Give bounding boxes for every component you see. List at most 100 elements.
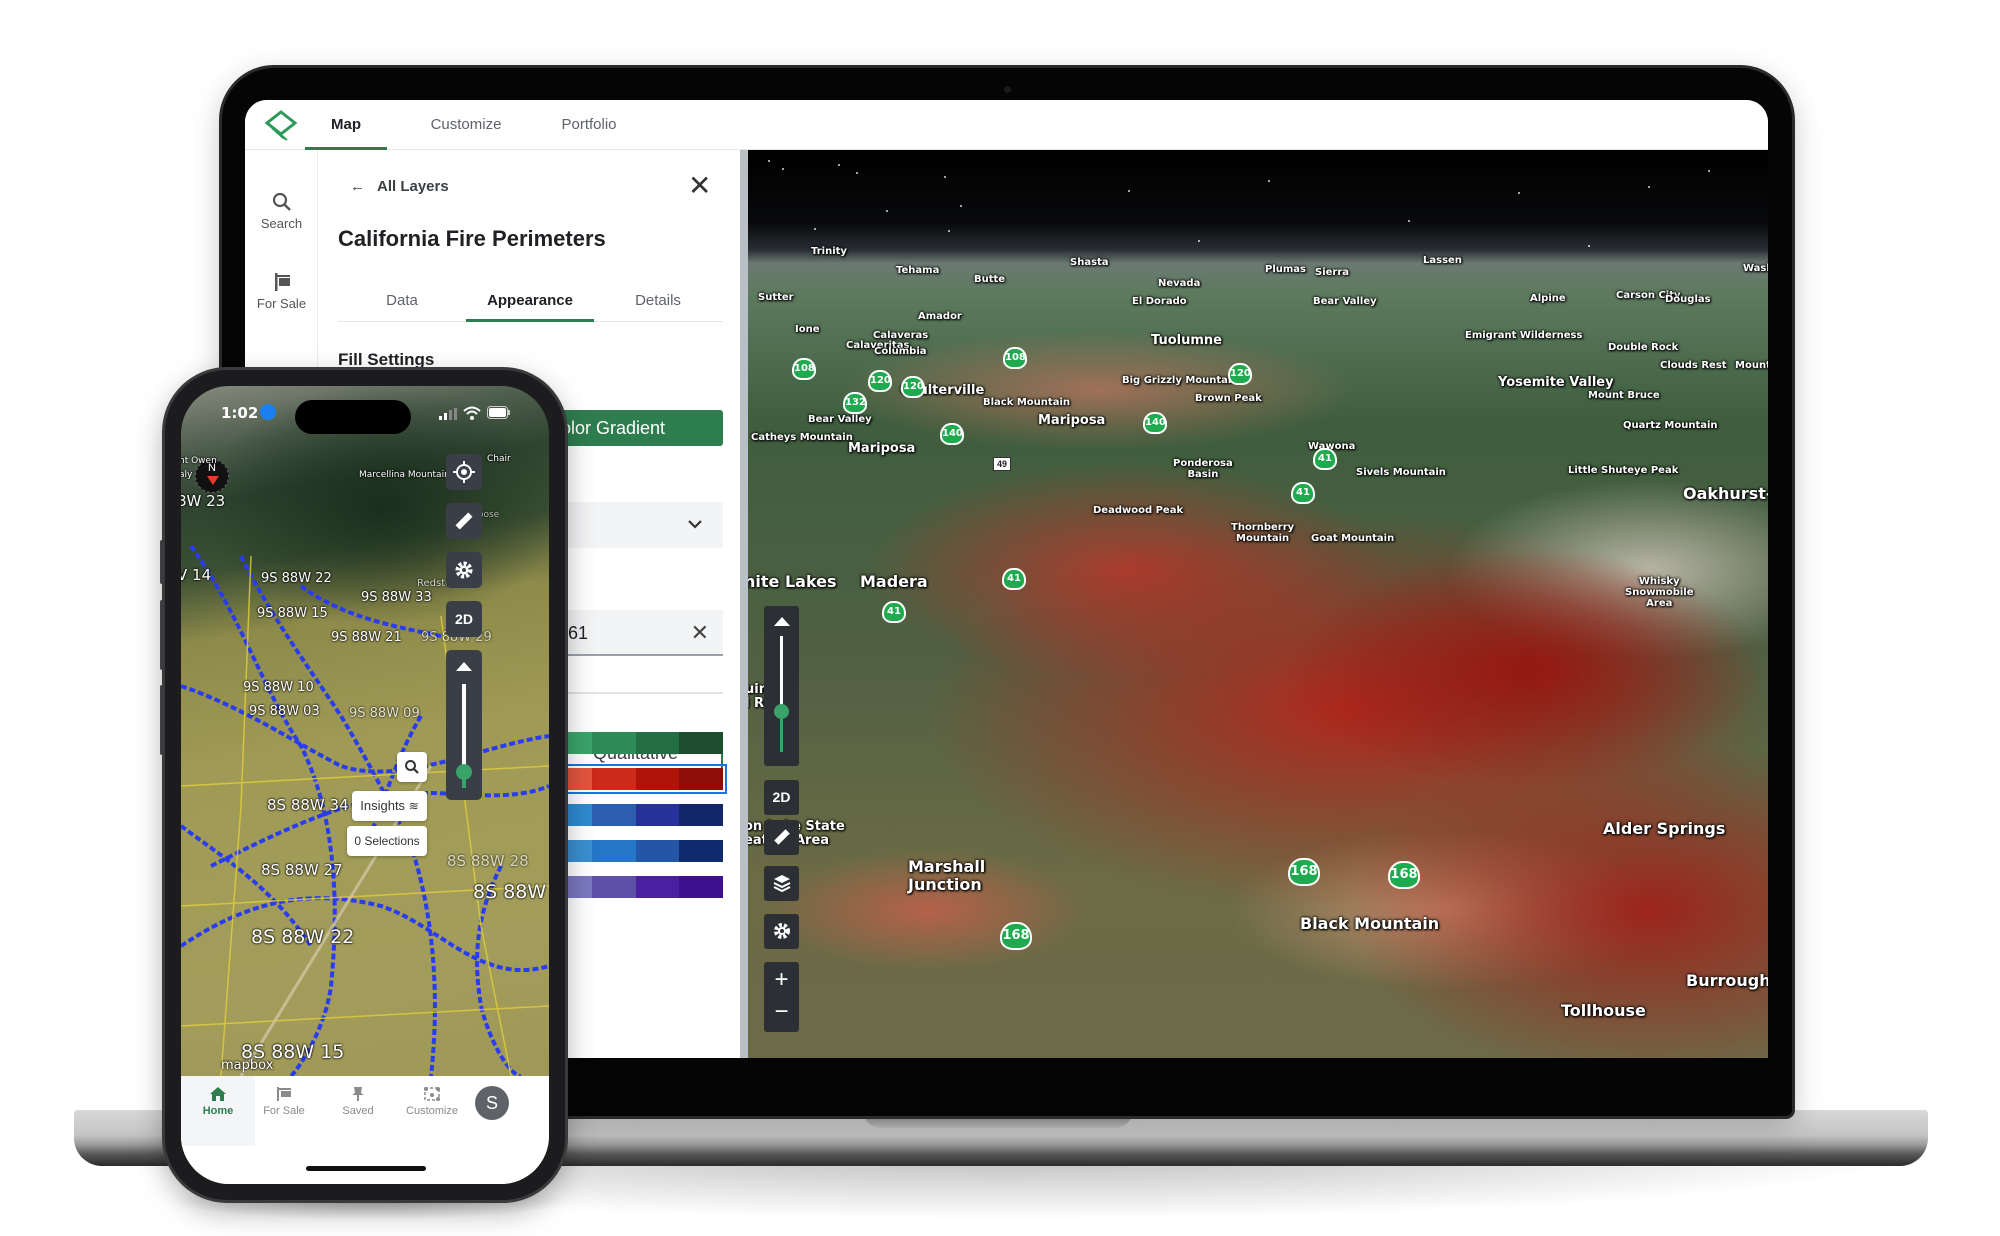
layers-button[interactable] [764, 866, 799, 901]
panel-tabs: Data Appearance Details [338, 280, 723, 322]
insights-button[interactable]: Insights ≋ [352, 791, 427, 821]
map-label: Mount Bruce [1588, 390, 1660, 401]
divider [548, 692, 723, 694]
route-shield: 41 [1313, 448, 1337, 470]
rail-item-for-sale[interactable]: For Sale [245, 272, 318, 311]
map-label: Catheys Mountain [751, 432, 853, 443]
route-shield: 41 [882, 601, 906, 623]
selections-button[interactable]: 0 Selections [347, 826, 427, 856]
status-bar: 1:02 [181, 386, 549, 436]
map-label: Tuolumne [1151, 333, 1222, 348]
color-swatch [591, 840, 636, 862]
map-label: 8S 88W 27 [261, 861, 343, 879]
tab-data[interactable]: Data [338, 280, 466, 322]
measure-button[interactable] [446, 503, 482, 539]
map-label: Quartz Mountain [1623, 420, 1718, 431]
map-view[interactable]: Trinity Tehama Butte Shasta Nevada El Do… [748, 150, 1768, 1058]
map-label: Douglas [1665, 294, 1711, 305]
settings-button[interactable] [764, 914, 799, 949]
back-link-label: All Layers [377, 178, 449, 195]
zoom-out-button[interactable]: − [764, 997, 799, 1032]
app-logo-icon[interactable] [264, 110, 298, 142]
slider-knob[interactable] [456, 764, 472, 781]
map-label: Thornberry Mountain [1231, 522, 1295, 544]
locate-button[interactable] [446, 454, 482, 490]
tab-customize[interactable]: Customize [403, 100, 529, 150]
2d-toggle-button[interactable]: 2D [764, 780, 799, 815]
map-label: Columbia [874, 346, 927, 357]
measure-button[interactable] [764, 820, 799, 855]
panel-scrollbar[interactable] [740, 150, 748, 1058]
map-label: Ponderosa Basin [1173, 458, 1233, 480]
map-label: Mount [1735, 360, 1768, 371]
color-ramp-option[interactable] [548, 840, 723, 862]
tab-map[interactable]: Map [305, 100, 387, 150]
2d-toggle-button[interactable]: 2D [446, 601, 482, 637]
color-swatch [679, 732, 723, 754]
color-ramp-option[interactable] [548, 804, 723, 826]
tab-for-sale[interactable]: For Sale [247, 1076, 321, 1146]
color-ramp-option[interactable] [548, 732, 723, 754]
tab-portfolio[interactable]: Portfolio [525, 100, 653, 150]
map-label: Trinity [811, 246, 847, 257]
map-label: El Dorado [1132, 296, 1187, 307]
route-shield: 41 [1291, 482, 1315, 504]
terrain-exaggeration-slider[interactable] [764, 606, 799, 766]
tab-saved[interactable]: Saved [321, 1076, 395, 1146]
mountain-icon [773, 617, 790, 626]
color-ramp-option[interactable] [548, 876, 723, 898]
gear-icon [773, 923, 790, 939]
color-gradient-toggle[interactable]: Color Gradient [548, 410, 723, 446]
color-swatch [635, 840, 680, 862]
map-label: Plumas [1265, 264, 1306, 275]
map-label: Little Shuteye Peak [1568, 465, 1679, 476]
tab-home[interactable]: Home [181, 1076, 255, 1146]
tab-appearance[interactable]: Appearance [466, 280, 594, 322]
map-label: Sivels Mountain [1356, 467, 1446, 478]
map-label: Alpine [1530, 293, 1566, 304]
tab-label: Home [202, 1105, 234, 1117]
back-to-all-layers-link[interactable]: ← All Layers [350, 178, 449, 195]
attribute-dropdown[interactable] [548, 502, 723, 548]
map-label: Amador [918, 311, 962, 322]
settings-button[interactable] [446, 552, 482, 588]
map-label: Mariposa [848, 441, 916, 456]
map-label: 9S 88W 15 [257, 606, 328, 621]
close-icon[interactable]: ✕ [688, 172, 711, 200]
dynamic-island [295, 400, 411, 434]
signal-icon [439, 408, 457, 420]
clear-icon[interactable]: ✕ [691, 610, 709, 656]
tab-customize[interactable]: Customize [395, 1076, 469, 1146]
map-label: Goat Mountain [1311, 533, 1395, 544]
map-label: 9S 88W 03 [249, 704, 320, 719]
home-icon [210, 1087, 226, 1101]
tab-details[interactable]: Details [594, 280, 722, 322]
arrow-left-icon: ← [350, 178, 365, 195]
terrain-exaggeration-slider[interactable] [446, 650, 482, 800]
map-label: 9S 88W 22 [261, 571, 332, 586]
value-input[interactable]: 2261 ✕ [548, 610, 723, 656]
map-label: Bear Valley [1313, 296, 1377, 307]
color-swatch [591, 768, 636, 790]
battery-icon [487, 406, 510, 419]
map-label: Brown Peak [1195, 393, 1262, 404]
layers-icon [773, 875, 790, 893]
map-label: Marcellina Mountain [359, 470, 450, 480]
map-label: nt Owen [181, 456, 217, 466]
ruler-icon [455, 512, 473, 530]
avatar[interactable]: S [475, 1086, 509, 1120]
color-ramp-option[interactable] [544, 764, 727, 794]
map-label: Marshall Junction [908, 857, 986, 894]
mapbox-attribution[interactable]: mapbox [221, 1058, 273, 1073]
location-arrow-icon [260, 404, 276, 420]
map-search-button[interactable] [397, 752, 427, 782]
us-route-sign: 49 [993, 457, 1011, 471]
rail-item-search[interactable]: Search [245, 192, 318, 231]
search-icon [272, 192, 291, 211]
color-swatch [635, 804, 680, 826]
map-label: Black Mountain [983, 397, 1070, 408]
zoom-in-button[interactable]: + [764, 962, 799, 997]
top-nav-bar: Map Customize Portfolio [245, 100, 1768, 150]
color-swatch [679, 804, 723, 826]
slider-knob[interactable] [774, 704, 789, 720]
